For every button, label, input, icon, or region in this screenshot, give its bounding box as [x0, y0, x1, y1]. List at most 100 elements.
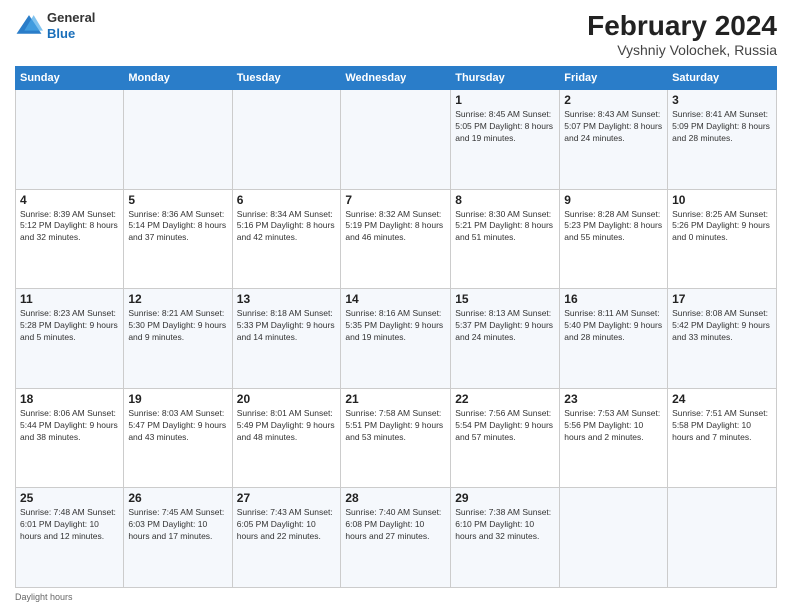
day-info: Sunrise: 8:23 AM Sunset: 5:28 PM Dayligh… [20, 308, 119, 344]
day-info: Sunrise: 8:41 AM Sunset: 5:09 PM Dayligh… [672, 109, 772, 145]
day-cell: 28 Sunrise: 7:40 AM Sunset: 6:08 PM Dayli… [341, 488, 451, 588]
footer-note: Daylight hours [15, 592, 777, 602]
day-cell: 22 Sunrise: 7:56 AM Sunset: 5:54 PM Dayli… [451, 388, 560, 488]
day-info: Sunrise: 8:16 AM Sunset: 5:35 PM Dayligh… [345, 308, 446, 344]
day-cell: 10 Sunrise: 8:25 AM Sunset: 5:26 PM Dayli… [668, 189, 777, 289]
day-info: Sunrise: 8:03 AM Sunset: 5:47 PM Dayligh… [128, 408, 227, 444]
header: General Blue February 2024 Vyshniy Voloc… [15, 10, 777, 58]
day-cell [560, 488, 668, 588]
day-cell: 20 Sunrise: 8:01 AM Sunset: 5:49 PM Dayli… [232, 388, 341, 488]
week-row-0: 1 Sunrise: 8:45 AM Sunset: 5:05 PM Daylig… [16, 90, 777, 190]
title-block: February 2024 Vyshniy Volochek, Russia [587, 10, 777, 58]
day-cell: 15 Sunrise: 8:13 AM Sunset: 5:37 PM Dayli… [451, 289, 560, 389]
logo-icon [15, 12, 43, 40]
day-info: Sunrise: 8:28 AM Sunset: 5:23 PM Dayligh… [564, 209, 663, 245]
day-cell: 11 Sunrise: 8:23 AM Sunset: 5:28 PM Dayli… [16, 289, 124, 389]
day-cell: 19 Sunrise: 8:03 AM Sunset: 5:47 PM Dayli… [124, 388, 232, 488]
day-cell: 17Sunrise: 8:08 AM Sunset: 5:42 PM Dayli… [668, 289, 777, 389]
day-number: 4 [20, 193, 119, 207]
day-info: Sunrise: 7:45 AM Sunset: 6:03 PM Dayligh… [128, 507, 227, 543]
day-number: 27 [237, 491, 337, 505]
day-cell: 4 Sunrise: 8:39 AM Sunset: 5:12 PM Daylig… [16, 189, 124, 289]
day-cell [16, 90, 124, 190]
day-info: Sunrise: 8:08 AM Sunset: 5:42 PM Dayligh… [672, 308, 772, 344]
day-info: Sunrise: 8:11 AM Sunset: 5:40 PM Dayligh… [564, 308, 663, 344]
day-number: 15 [455, 292, 555, 306]
day-number: 14 [345, 292, 446, 306]
col-header-wednesday: Wednesday [341, 67, 451, 90]
day-info: Sunrise: 7:53 AM Sunset: 5:56 PM Dayligh… [564, 408, 663, 444]
day-number: 7 [345, 193, 446, 207]
day-cell: 24 Sunrise: 7:51 AM Sunset: 5:58 PM Dayli… [668, 388, 777, 488]
day-number: 8 [455, 193, 555, 207]
day-cell: 29 Sunrise: 7:38 AM Sunset: 6:10 PM Dayli… [451, 488, 560, 588]
day-info: Sunrise: 7:48 AM Sunset: 6:01 PM Dayligh… [20, 507, 119, 543]
day-cell: 3 Sunrise: 8:41 AM Sunset: 5:09 PM Daylig… [668, 90, 777, 190]
day-number: 16 [564, 292, 663, 306]
day-cell: 9 Sunrise: 8:28 AM Sunset: 5:23 PM Daylig… [560, 189, 668, 289]
week-row-3: 18Sunrise: 8:06 AM Sunset: 5:44 PM Dayli… [16, 388, 777, 488]
day-cell: 8 Sunrise: 8:30 AM Sunset: 5:21 PM Daylig… [451, 189, 560, 289]
day-info: Sunrise: 8:18 AM Sunset: 5:33 PM Dayligh… [237, 308, 337, 344]
day-info: Sunrise: 8:01 AM Sunset: 5:49 PM Dayligh… [237, 408, 337, 444]
day-info: Sunrise: 8:13 AM Sunset: 5:37 PM Dayligh… [455, 308, 555, 344]
day-number: 21 [345, 392, 446, 406]
week-row-2: 11 Sunrise: 8:23 AM Sunset: 5:28 PM Dayli… [16, 289, 777, 389]
day-number: 2 [564, 93, 663, 107]
day-info: Sunrise: 8:34 AM Sunset: 5:16 PM Dayligh… [237, 209, 337, 245]
day-info: Sunrise: 8:21 AM Sunset: 5:30 PM Dayligh… [128, 308, 227, 344]
day-number: 22 [455, 392, 555, 406]
day-number: 11 [20, 292, 119, 306]
day-cell: 14 Sunrise: 8:16 AM Sunset: 5:35 PM Dayli… [341, 289, 451, 389]
week-row-1: 4 Sunrise: 8:39 AM Sunset: 5:12 PM Daylig… [16, 189, 777, 289]
day-info: Sunrise: 7:56 AM Sunset: 5:54 PM Dayligh… [455, 408, 555, 444]
day-cell: 27 Sunrise: 7:43 AM Sunset: 6:05 PM Dayli… [232, 488, 341, 588]
day-info: Sunrise: 8:32 AM Sunset: 5:19 PM Dayligh… [345, 209, 446, 245]
day-number: 3 [672, 93, 772, 107]
col-header-sunday: Sunday [16, 67, 124, 90]
day-cell [341, 90, 451, 190]
day-cell: 16 Sunrise: 8:11 AM Sunset: 5:40 PM Dayli… [560, 289, 668, 389]
page: General Blue February 2024 Vyshniy Voloc… [0, 0, 792, 612]
day-info: Sunrise: 8:30 AM Sunset: 5:21 PM Dayligh… [455, 209, 555, 245]
day-number: 26 [128, 491, 227, 505]
title-month: February 2024 [587, 10, 777, 42]
title-location: Vyshniy Volochek, Russia [587, 42, 777, 58]
day-number: 1 [455, 93, 555, 107]
day-info: Sunrise: 8:36 AM Sunset: 5:14 PM Dayligh… [128, 209, 227, 245]
day-number: 9 [564, 193, 663, 207]
day-number: 28 [345, 491, 446, 505]
day-cell [232, 90, 341, 190]
day-info: Sunrise: 8:39 AM Sunset: 5:12 PM Dayligh… [20, 209, 119, 245]
logo-blue: Blue [47, 26, 95, 42]
col-header-thursday: Thursday [451, 67, 560, 90]
day-number: 18 [20, 392, 119, 406]
day-info: Sunrise: 8:45 AM Sunset: 5:05 PM Dayligh… [455, 109, 555, 145]
day-number: 10 [672, 193, 772, 207]
calendar-table: SundayMondayTuesdayWednesdayThursdayFrid… [15, 66, 777, 588]
logo: General Blue [15, 10, 95, 41]
day-number: 24 [672, 392, 772, 406]
day-info: Sunrise: 7:38 AM Sunset: 6:10 PM Dayligh… [455, 507, 555, 543]
day-cell: 26 Sunrise: 7:45 AM Sunset: 6:03 PM Dayli… [124, 488, 232, 588]
day-info: Sunrise: 7:58 AM Sunset: 5:51 PM Dayligh… [345, 408, 446, 444]
day-info: Sunrise: 7:40 AM Sunset: 6:08 PM Dayligh… [345, 507, 446, 543]
day-cell: 1 Sunrise: 8:45 AM Sunset: 5:05 PM Daylig… [451, 90, 560, 190]
day-number: 20 [237, 392, 337, 406]
day-number: 25 [20, 491, 119, 505]
day-info: Sunrise: 7:43 AM Sunset: 6:05 PM Dayligh… [237, 507, 337, 543]
day-info: Sunrise: 8:25 AM Sunset: 5:26 PM Dayligh… [672, 209, 772, 245]
day-number: 19 [128, 392, 227, 406]
day-cell: 21 Sunrise: 7:58 AM Sunset: 5:51 PM Dayli… [341, 388, 451, 488]
day-number: 29 [455, 491, 555, 505]
day-cell: 2Sunrise: 8:43 AM Sunset: 5:07 PM Daylig… [560, 90, 668, 190]
day-number: 5 [128, 193, 227, 207]
col-header-saturday: Saturday [668, 67, 777, 90]
day-number: 13 [237, 292, 337, 306]
day-cell: 13 Sunrise: 8:18 AM Sunset: 5:33 PM Dayli… [232, 289, 341, 389]
logo-general: General [47, 10, 95, 26]
day-cell: 6Sunrise: 8:34 AM Sunset: 5:16 PM Daylig… [232, 189, 341, 289]
day-number: 23 [564, 392, 663, 406]
day-info: Sunrise: 7:51 AM Sunset: 5:58 PM Dayligh… [672, 408, 772, 444]
day-cell: 12Sunrise: 8:21 AM Sunset: 5:30 PM Dayli… [124, 289, 232, 389]
